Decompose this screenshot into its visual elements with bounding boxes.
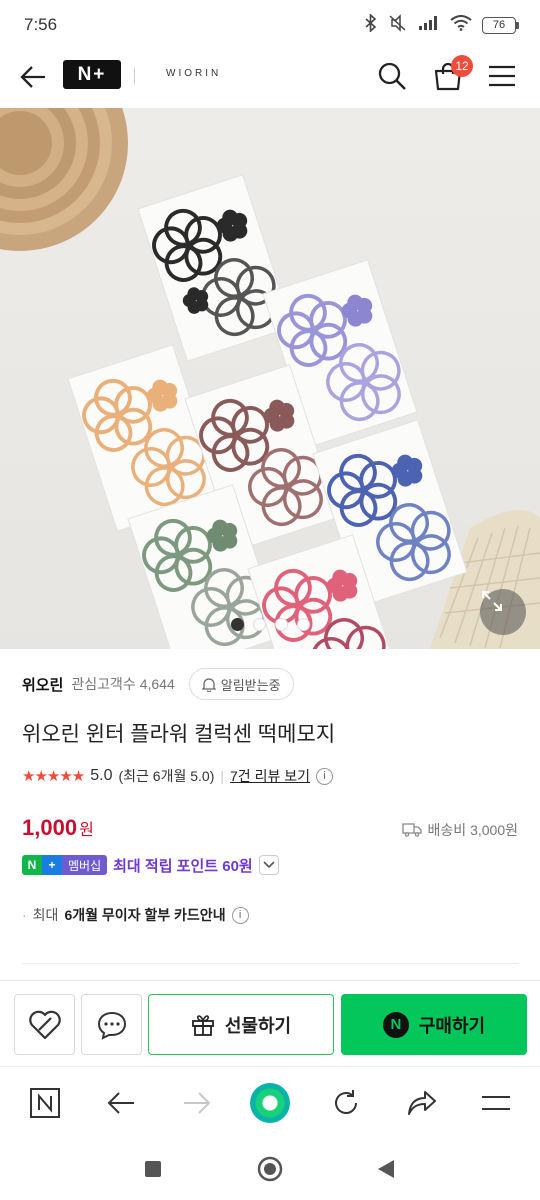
truck-icon	[401, 823, 422, 837]
naver-home-button[interactable]	[25, 1083, 65, 1123]
browser-toolbar	[0, 1066, 540, 1138]
bullet: ·	[22, 907, 27, 923]
greendot-button[interactable]	[250, 1083, 290, 1123]
cart-count-badge: 12	[451, 55, 473, 77]
square-icon	[145, 1161, 161, 1177]
menu-button[interactable]	[486, 60, 518, 92]
home-button[interactable]	[257, 1156, 283, 1182]
triangle-back-icon	[378, 1160, 394, 1178]
watcher-count: 관심고객수 4,644	[71, 676, 175, 692]
rating-score: 5.0	[90, 767, 113, 784]
carousel-dot[interactable]	[274, 618, 288, 631]
browser-forward-button[interactable]	[177, 1083, 217, 1123]
review-link[interactable]: 7건 리뷰 보기	[230, 766, 310, 786]
membership-n: N	[22, 855, 42, 875]
shipping-fee: 배송비 3,000원	[427, 822, 518, 838]
browser-menu-button[interactable]	[476, 1083, 516, 1123]
back-button[interactable]	[18, 62, 48, 92]
heart-icon	[28, 1010, 61, 1039]
purchase-action-bar: 선물하기 N 구매하기	[0, 980, 540, 1066]
naver-plus-logo[interactable]: N+	[63, 60, 121, 89]
carousel-indicators	[0, 618, 540, 631]
status-bar: 7:56 76	[0, 0, 540, 50]
clock: 7:56	[24, 15, 58, 34]
talktalk-button[interactable]	[81, 994, 142, 1055]
hamburger-menu-icon	[482, 1096, 510, 1110]
price: 1,000 원	[22, 815, 94, 841]
seller-name[interactable]: 위오린	[22, 674, 63, 695]
system-back-button[interactable]	[373, 1156, 399, 1182]
points-expand-button[interactable]	[258, 855, 279, 875]
buy-label: 구매하기	[418, 1015, 486, 1036]
membership-badge: N + 멤버십	[22, 855, 108, 875]
recents-button[interactable]	[140, 1156, 166, 1182]
memo-pads	[67, 174, 468, 649]
system-navigation-bar	[0, 1138, 540, 1200]
search-button[interactable]	[374, 58, 410, 94]
greendot-icon	[250, 1083, 290, 1123]
price-value: 1,000	[22, 815, 78, 840]
top-navigation: N+ WIORIN 12	[0, 50, 540, 108]
battery-icon: 76	[482, 16, 519, 34]
wooden-tray	[0, 108, 128, 251]
fullscreen-button[interactable]	[480, 589, 526, 635]
gift-button[interactable]: 선물하기	[148, 994, 334, 1055]
alarm-label: 알림받는중	[220, 677, 281, 693]
shipping-info: 배송비 3,000원	[401, 820, 518, 840]
alarm-toggle-button[interactable]: 알림받는중	[188, 668, 294, 700]
store-name[interactable]: WIORIN	[166, 68, 221, 79]
product-title: 위오린 윈터 플라워 컬럭센 떡메모지	[22, 723, 336, 746]
bell-icon	[201, 677, 216, 692]
chat-bubble-icon	[97, 1011, 126, 1040]
bluetooth-icon	[364, 13, 378, 36]
rating-stars: ★★★★★	[22, 768, 85, 785]
arrow-right-icon	[184, 1092, 211, 1114]
installment-prefix: 최대	[32, 907, 59, 923]
search-icon	[378, 62, 406, 90]
seller-row: 위오린 관심고객수 4,644 알림받는중	[22, 668, 294, 700]
npay-icon: N	[382, 1011, 409, 1038]
price-unit: 원	[79, 822, 94, 839]
rating-separator: |	[220, 768, 225, 784]
expand-icon	[482, 591, 502, 611]
membership-points-row: N + 멤버십 최대 적립 포인트 60원	[22, 852, 279, 878]
status-icons: 76	[364, 13, 519, 36]
buy-button[interactable]: N 구매하기	[341, 994, 527, 1055]
recent-rating: (최근 6개월 5.0)	[118, 768, 215, 784]
refresh-button[interactable]	[326, 1083, 366, 1123]
info-icon[interactable]: i	[315, 767, 333, 785]
signal-icon	[418, 15, 440, 35]
info-icon[interactable]: i	[231, 906, 249, 924]
max-points: 최대 적립 포인트 60원	[113, 857, 253, 875]
circle-icon	[257, 1156, 283, 1182]
refresh-icon	[335, 1090, 357, 1114]
carousel-dot[interactable]	[252, 618, 266, 631]
wishlist-button[interactable]	[14, 994, 75, 1055]
rating-row: ★★★★★ 5.0 (최근 6개월 5.0) | 7건 리뷰 보기 i	[22, 764, 333, 788]
mute-icon	[388, 14, 408, 36]
carousel-dot[interactable]	[230, 618, 244, 631]
chevron-down-icon	[263, 861, 275, 869]
share-arrow-icon	[408, 1091, 436, 1115]
hamburger-menu-icon	[489, 65, 515, 87]
naver-n-icon	[30, 1088, 60, 1118]
browser-back-button[interactable]	[101, 1083, 141, 1123]
gift-icon	[191, 1014, 214, 1036]
carousel-dot[interactable]	[296, 618, 310, 631]
product-image-carousel[interactable]	[0, 108, 540, 649]
header-divider	[134, 68, 135, 84]
membership-plus: +	[42, 855, 62, 875]
gift-label: 선물하기	[224, 1015, 292, 1036]
arrow-left-icon	[107, 1092, 134, 1114]
product-photo	[0, 108, 540, 649]
installment-info[interactable]: · 최대 6개월 무이자 할부 카드안내 i	[22, 903, 249, 927]
share-button[interactable]	[402, 1083, 442, 1123]
installment-text: 6개월 무이자 할부 카드안내	[64, 907, 226, 923]
wifi-icon	[450, 15, 472, 35]
arrow-left-icon	[20, 66, 45, 88]
section-divider	[22, 963, 518, 964]
membership-label: 멤버십	[62, 855, 108, 875]
